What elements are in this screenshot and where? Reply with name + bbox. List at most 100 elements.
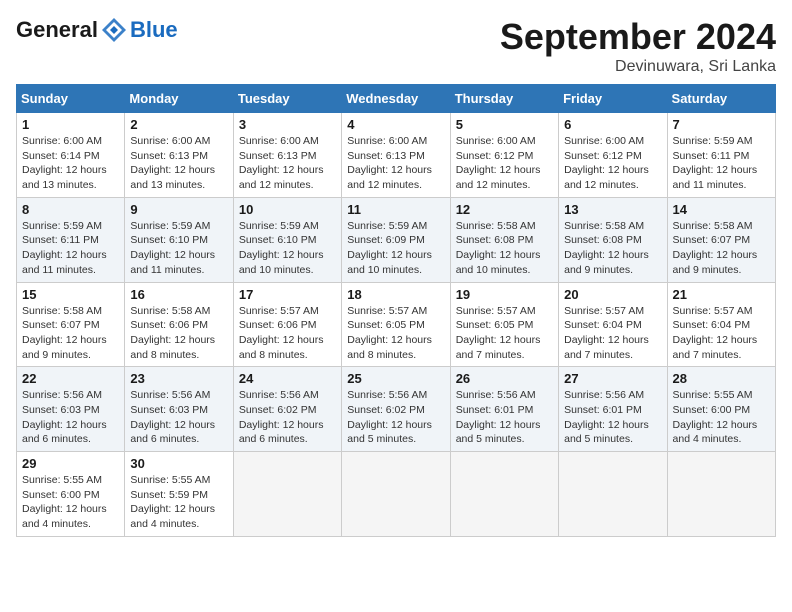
- day-number: 27: [564, 371, 661, 386]
- calendar-day-cell: 1 Sunrise: 6:00 AMSunset: 6:14 PMDayligh…: [17, 113, 125, 198]
- calendar-day-cell: 28 Sunrise: 5:55 AMSunset: 6:00 PMDaylig…: [667, 367, 775, 452]
- calendar-day-cell: 22 Sunrise: 5:56 AMSunset: 6:03 PMDaylig…: [17, 367, 125, 452]
- day-detail: Sunrise: 5:59 AMSunset: 6:09 PMDaylight:…: [347, 220, 432, 276]
- page-header: General Blue September 2024 Devinuwara, …: [16, 16, 776, 76]
- calendar-day-cell: [667, 452, 775, 537]
- logo: General Blue: [16, 16, 178, 44]
- calendar-table: SundayMondayTuesdayWednesdayThursdayFrid…: [16, 84, 776, 537]
- calendar-day-cell: 30 Sunrise: 5:55 AMSunset: 5:59 PMDaylig…: [125, 452, 233, 537]
- calendar-day-cell: 8 Sunrise: 5:59 AMSunset: 6:11 PMDayligh…: [17, 197, 125, 282]
- calendar-day-cell: [233, 452, 341, 537]
- weekday-header: Friday: [559, 85, 667, 113]
- location: Devinuwara, Sri Lanka: [500, 58, 776, 76]
- day-number: 29: [22, 456, 119, 471]
- day-number: 21: [673, 287, 770, 302]
- calendar-day-cell: 6 Sunrise: 6:00 AMSunset: 6:12 PMDayligh…: [559, 113, 667, 198]
- day-detail: Sunrise: 5:57 AMSunset: 6:05 PMDaylight:…: [456, 305, 541, 361]
- day-number: 3: [239, 117, 336, 132]
- day-number: 25: [347, 371, 444, 386]
- day-number: 1: [22, 117, 119, 132]
- day-number: 8: [22, 202, 119, 217]
- calendar-week-row: 29 Sunrise: 5:55 AMSunset: 6:00 PMDaylig…: [17, 452, 776, 537]
- calendar-day-cell: 12 Sunrise: 5:58 AMSunset: 6:08 PMDaylig…: [450, 197, 558, 282]
- day-detail: Sunrise: 5:57 AMSunset: 6:04 PMDaylight:…: [564, 305, 649, 361]
- day-number: 19: [456, 287, 553, 302]
- day-detail: Sunrise: 5:56 AMSunset: 6:01 PMDaylight:…: [456, 389, 541, 445]
- day-detail: Sunrise: 5:56 AMSunset: 6:01 PMDaylight:…: [564, 389, 649, 445]
- logo-blue: Blue: [130, 17, 178, 43]
- day-detail: Sunrise: 5:58 AMSunset: 6:07 PMDaylight:…: [22, 305, 107, 361]
- day-detail: Sunrise: 5:57 AMSunset: 6:06 PMDaylight:…: [239, 305, 324, 361]
- calendar-day-cell: 19 Sunrise: 5:57 AMSunset: 6:05 PMDaylig…: [450, 282, 558, 367]
- calendar-day-cell: 3 Sunrise: 6:00 AMSunset: 6:13 PMDayligh…: [233, 113, 341, 198]
- calendar-day-cell: 16 Sunrise: 5:58 AMSunset: 6:06 PMDaylig…: [125, 282, 233, 367]
- calendar-header-row: SundayMondayTuesdayWednesdayThursdayFrid…: [17, 85, 776, 113]
- calendar-day-cell: 15 Sunrise: 5:58 AMSunset: 6:07 PMDaylig…: [17, 282, 125, 367]
- calendar-day-cell: 10 Sunrise: 5:59 AMSunset: 6:10 PMDaylig…: [233, 197, 341, 282]
- day-detail: Sunrise: 5:58 AMSunset: 6:07 PMDaylight:…: [673, 220, 758, 276]
- day-detail: Sunrise: 6:00 AMSunset: 6:12 PMDaylight:…: [456, 135, 541, 191]
- calendar-day-cell: 7 Sunrise: 5:59 AMSunset: 6:11 PMDayligh…: [667, 113, 775, 198]
- day-number: 20: [564, 287, 661, 302]
- calendar-week-row: 8 Sunrise: 5:59 AMSunset: 6:11 PMDayligh…: [17, 197, 776, 282]
- calendar-day-cell: [450, 452, 558, 537]
- day-number: 23: [130, 371, 227, 386]
- day-number: 2: [130, 117, 227, 132]
- calendar-day-cell: 21 Sunrise: 5:57 AMSunset: 6:04 PMDaylig…: [667, 282, 775, 367]
- day-number: 17: [239, 287, 336, 302]
- weekday-header: Monday: [125, 85, 233, 113]
- day-detail: Sunrise: 5:56 AMSunset: 6:02 PMDaylight:…: [347, 389, 432, 445]
- day-number: 7: [673, 117, 770, 132]
- day-detail: Sunrise: 6:00 AMSunset: 6:13 PMDaylight:…: [347, 135, 432, 191]
- month-title: September 2024: [500, 16, 776, 58]
- day-number: 5: [456, 117, 553, 132]
- day-detail: Sunrise: 5:59 AMSunset: 6:11 PMDaylight:…: [673, 135, 758, 191]
- day-detail: Sunrise: 5:57 AMSunset: 6:04 PMDaylight:…: [673, 305, 758, 361]
- day-detail: Sunrise: 6:00 AMSunset: 6:14 PMDaylight:…: [22, 135, 107, 191]
- calendar-day-cell: 20 Sunrise: 5:57 AMSunset: 6:04 PMDaylig…: [559, 282, 667, 367]
- day-number: 30: [130, 456, 227, 471]
- day-detail: Sunrise: 5:59 AMSunset: 6:10 PMDaylight:…: [239, 220, 324, 276]
- calendar-day-cell: 5 Sunrise: 6:00 AMSunset: 6:12 PMDayligh…: [450, 113, 558, 198]
- calendar-week-row: 15 Sunrise: 5:58 AMSunset: 6:07 PMDaylig…: [17, 282, 776, 367]
- weekday-header: Thursday: [450, 85, 558, 113]
- day-detail: Sunrise: 6:00 AMSunset: 6:13 PMDaylight:…: [130, 135, 215, 191]
- weekday-header: Wednesday: [342, 85, 450, 113]
- calendar-day-cell: 23 Sunrise: 5:56 AMSunset: 6:03 PMDaylig…: [125, 367, 233, 452]
- calendar-week-row: 1 Sunrise: 6:00 AMSunset: 6:14 PMDayligh…: [17, 113, 776, 198]
- day-detail: Sunrise: 5:58 AMSunset: 6:08 PMDaylight:…: [564, 220, 649, 276]
- calendar-day-cell: 13 Sunrise: 5:58 AMSunset: 6:08 PMDaylig…: [559, 197, 667, 282]
- day-detail: Sunrise: 6:00 AMSunset: 6:12 PMDaylight:…: [564, 135, 649, 191]
- day-number: 6: [564, 117, 661, 132]
- day-detail: Sunrise: 6:00 AMSunset: 6:13 PMDaylight:…: [239, 135, 324, 191]
- day-detail: Sunrise: 5:56 AMSunset: 6:03 PMDaylight:…: [130, 389, 215, 445]
- day-detail: Sunrise: 5:56 AMSunset: 6:02 PMDaylight:…: [239, 389, 324, 445]
- day-number: 4: [347, 117, 444, 132]
- day-detail: Sunrise: 5:55 AMSunset: 5:59 PMDaylight:…: [130, 474, 215, 530]
- calendar-day-cell: 27 Sunrise: 5:56 AMSunset: 6:01 PMDaylig…: [559, 367, 667, 452]
- day-number: 13: [564, 202, 661, 217]
- calendar-day-cell: [559, 452, 667, 537]
- calendar-day-cell: 17 Sunrise: 5:57 AMSunset: 6:06 PMDaylig…: [233, 282, 341, 367]
- day-number: 12: [456, 202, 553, 217]
- day-detail: Sunrise: 5:58 AMSunset: 6:08 PMDaylight:…: [456, 220, 541, 276]
- day-number: 10: [239, 202, 336, 217]
- calendar-week-row: 22 Sunrise: 5:56 AMSunset: 6:03 PMDaylig…: [17, 367, 776, 452]
- day-number: 26: [456, 371, 553, 386]
- day-number: 16: [130, 287, 227, 302]
- calendar-day-cell: 26 Sunrise: 5:56 AMSunset: 6:01 PMDaylig…: [450, 367, 558, 452]
- day-number: 11: [347, 202, 444, 217]
- day-detail: Sunrise: 5:55 AMSunset: 6:00 PMDaylight:…: [673, 389, 758, 445]
- day-number: 24: [239, 371, 336, 386]
- calendar-day-cell: 18 Sunrise: 5:57 AMSunset: 6:05 PMDaylig…: [342, 282, 450, 367]
- calendar-day-cell: 29 Sunrise: 5:55 AMSunset: 6:00 PMDaylig…: [17, 452, 125, 537]
- day-detail: Sunrise: 5:56 AMSunset: 6:03 PMDaylight:…: [22, 389, 107, 445]
- calendar-day-cell: 2 Sunrise: 6:00 AMSunset: 6:13 PMDayligh…: [125, 113, 233, 198]
- calendar-day-cell: [342, 452, 450, 537]
- logo-general: General: [16, 17, 98, 43]
- calendar-day-cell: 24 Sunrise: 5:56 AMSunset: 6:02 PMDaylig…: [233, 367, 341, 452]
- weekday-header: Saturday: [667, 85, 775, 113]
- day-detail: Sunrise: 5:58 AMSunset: 6:06 PMDaylight:…: [130, 305, 215, 361]
- title-block: September 2024 Devinuwara, Sri Lanka: [500, 16, 776, 76]
- day-detail: Sunrise: 5:59 AMSunset: 6:10 PMDaylight:…: [130, 220, 215, 276]
